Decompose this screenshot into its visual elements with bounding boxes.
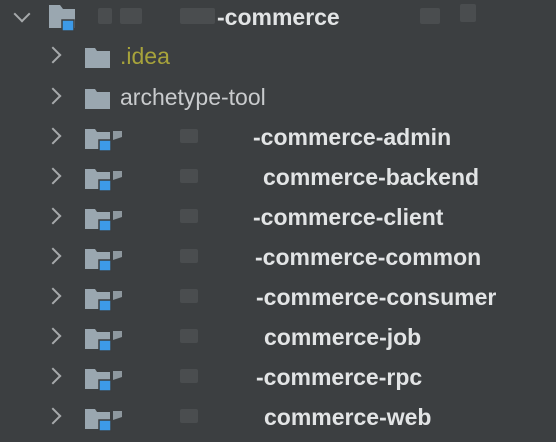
redacted-block (180, 369, 198, 383)
redacted-block (98, 8, 112, 24)
module-folder-icon (49, 5, 75, 32)
tree-item-label: -commerce-rpc (256, 364, 423, 390)
tree-item-label: -commerce-client (253, 204, 444, 230)
module-folder-icon (85, 249, 122, 272)
redacted-block (180, 289, 198, 303)
module-folder-icon (85, 289, 122, 312)
redacted-block (180, 209, 198, 223)
redacted-block (180, 409, 198, 423)
module-folder-icon (85, 129, 122, 152)
tree-item-label: archetype-tool (120, 84, 266, 110)
tree-item-module[interactable]: -commerce-rpc (0, 357, 556, 397)
module-folder-icon (85, 369, 122, 392)
redacted-block (120, 8, 142, 24)
chevron-right-icon[interactable] (44, 207, 62, 225)
tree-item-label: -commerce-consumer (256, 284, 497, 310)
tree-root-row[interactable]: -commerce (0, 0, 556, 40)
chevron-right-icon[interactable] (44, 87, 62, 105)
chevron-right-icon[interactable] (44, 167, 62, 185)
redacted-block (180, 169, 198, 183)
redacted-block (180, 129, 198, 143)
tree-item-module[interactable]: commerce-web (0, 397, 556, 437)
chevron-right-icon[interactable] (44, 327, 62, 345)
tree-item-label: -commerce-admin (253, 124, 452, 150)
chevron-right-icon[interactable] (44, 46, 62, 64)
tree-item-label: -commerce-common (255, 244, 482, 270)
chevron-right-icon[interactable] (44, 287, 62, 305)
redacted-block (180, 249, 198, 263)
project-tree: -commerce .idea archetype-tool -commerce… (0, 0, 556, 442)
module-folder-icon (85, 329, 122, 352)
tree-item-archetype-tool[interactable]: archetype-tool (0, 77, 556, 117)
tree-item-label: commerce-backend (263, 164, 480, 190)
chevron-right-icon[interactable] (44, 247, 62, 265)
redacted-block (420, 8, 440, 24)
tree-item-module[interactable]: commerce-backend (0, 157, 556, 197)
module-folder-icon (85, 169, 122, 192)
module-folder-icon (85, 209, 122, 232)
tree-item-label: commerce-job (264, 324, 422, 350)
chevron-right-icon[interactable] (44, 367, 62, 385)
root-project-label: -commerce (217, 4, 340, 30)
tree-item-label: .idea (120, 43, 170, 69)
chevron-right-icon[interactable] (44, 127, 62, 145)
tree-item-module[interactable]: commerce-job (0, 317, 556, 357)
tree-item-module[interactable]: -commerce-common (0, 237, 556, 277)
tree-item-idea[interactable]: .idea (0, 36, 556, 76)
redacted-block (460, 4, 476, 22)
chevron-down-icon[interactable] (13, 5, 31, 23)
tree-item-module[interactable]: -commerce-client (0, 197, 556, 237)
tree-item-module[interactable]: -commerce-admin (0, 117, 556, 157)
tree-item-label: commerce-web (264, 404, 432, 430)
module-folder-icon (85, 409, 122, 432)
chevron-right-icon[interactable] (44, 407, 62, 425)
redacted-block (180, 8, 215, 24)
tree-item-module[interactable]: -commerce-consumer (0, 277, 556, 317)
redacted-block (180, 329, 198, 343)
